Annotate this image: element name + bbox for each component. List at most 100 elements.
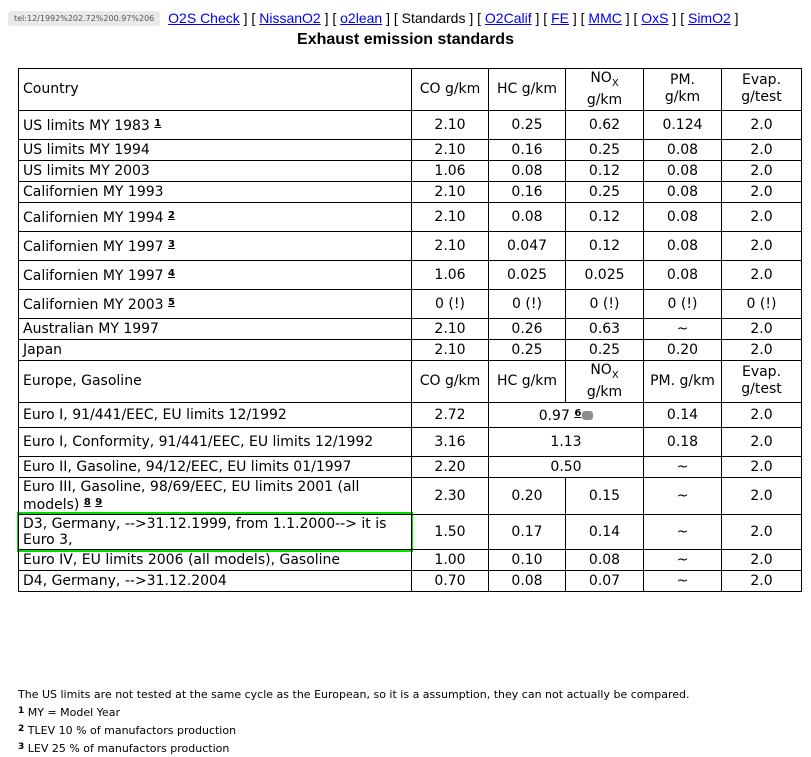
- footnote-link[interactable]: 8: [84, 497, 91, 508]
- emission-standards-table: Country CO g/km HC g/km NOX g/km PM. g/km …: [17, 68, 802, 592]
- cell-nox: 0.25: [565, 138, 644, 161]
- footnote-link[interactable]: 2: [168, 210, 175, 221]
- nav-link-o2s-check[interactable]: O2S Check: [168, 10, 240, 26]
- cell-evap: 2.0: [721, 180, 802, 203]
- cell-evap: 0 (!): [721, 288, 802, 319]
- row-label-highlighted: D3, Germany, -->31.12.1999, from 1.1.200…: [17, 511, 413, 552]
- cell-pm: 0.20: [643, 338, 722, 361]
- cell-pm: ~: [643, 513, 722, 550]
- table-row: Californien MY 2003 50 (!) 0 (!) 0 (!) 0 (!…: [18, 288, 802, 319]
- footnote-link[interactable]: 6: [574, 408, 581, 419]
- table-row: Euro III, Gasoline, 98/69/EEC, EU limits…: [18, 476, 802, 515]
- cell-evap: 2.0: [721, 455, 802, 478]
- table-row: Australian MY 1997 2.10 0.26 0.63 ~2.0: [18, 317, 802, 340]
- nav-link-o2calif[interactable]: O2Calif: [485, 10, 532, 26]
- row-label: Japan: [18, 338, 412, 361]
- nav-link-mmc[interactable]: MMC: [588, 10, 621, 26]
- cell-pm: 0 (!): [643, 288, 722, 319]
- cell-nox: 0.62: [565, 109, 644, 140]
- table-row: Euro IV, EU limits 2006 (all models), Ga…: [18, 548, 802, 571]
- cell-co: 2.10: [411, 201, 489, 232]
- row-label: Californien MY 2003 5: [18, 288, 412, 319]
- cell-pm: 0.08: [643, 138, 722, 161]
- tel-link-badge[interactable]: tel:12/1992%202.72%200.97%206: [8, 11, 161, 26]
- row-label: Californien MY 1994 2: [18, 201, 412, 232]
- table-row: Euro I, 91/441/EEC, EU limits 12/1992 2.…: [18, 401, 802, 428]
- row-label: Californien MY 1993: [18, 180, 412, 203]
- cell-co: 3.16: [411, 426, 489, 457]
- row-label: US limits MY 1983 1: [18, 109, 412, 140]
- cell-evap: 2.0: [721, 201, 802, 232]
- cell-evap: 2.0: [721, 317, 802, 340]
- header-nox: NOX g/km: [565, 359, 644, 403]
- cell-pm: 0.14: [643, 401, 722, 428]
- cell-hc: 0.047: [488, 230, 566, 261]
- footnote-link[interactable]: 5: [168, 297, 175, 308]
- table-row: D3, Germany, -->31.12.1999, from 1.1.200…: [17, 511, 802, 552]
- row-label: Euro I, 91/441/EEC, EU limits 12/1992: [18, 401, 412, 428]
- cell-evap: 2.0: [721, 159, 802, 182]
- cell-nox: 0.07: [565, 569, 644, 592]
- row-label: Euro II, Gasoline, 94/12/EEC, EU limits …: [18, 455, 412, 478]
- cell-hc: 0.08: [488, 569, 566, 592]
- nav-link-fe[interactable]: FE: [551, 10, 569, 26]
- cell-pm: 0.08: [643, 230, 722, 261]
- table-row: Japan 2.10 0.25 0.25 0.20 2.0: [18, 338, 802, 361]
- header-nox: NOX g/km: [565, 68, 644, 111]
- cell-hc-nox: 0.97 6: [488, 401, 644, 428]
- row-label: Australian MY 1997: [18, 317, 412, 340]
- header-co: CO g/km: [411, 68, 489, 111]
- cell-co: 1.50: [411, 513, 489, 550]
- cell-pm: 0.08: [643, 159, 722, 182]
- cell-co: 2.10: [411, 109, 489, 140]
- cell-nox: 0.12: [565, 201, 644, 232]
- header-country: Country: [18, 68, 412, 111]
- footnote-link[interactable]: 3: [168, 239, 175, 250]
- cell-co: 2.20: [411, 455, 489, 478]
- header-europe: Europe, Gasoline: [18, 359, 412, 403]
- nav-current-standards: Standards: [401, 10, 466, 26]
- cell-evap: 2.0: [721, 513, 802, 550]
- header-pm: PM. g/km: [643, 359, 722, 403]
- row-label: US limits MY 2003: [18, 159, 412, 182]
- cell-nox: 0.025: [565, 259, 644, 290]
- row-label: Californien MY 1997 4: [18, 259, 412, 290]
- cell-co: 2.10: [411, 230, 489, 261]
- cell-hc: 0.17: [488, 513, 566, 550]
- nav-link-oxs[interactable]: OxS: [641, 10, 668, 26]
- cell-hc: 0.25: [488, 338, 566, 361]
- cell-co: 2.10: [411, 180, 489, 203]
- cell-co: 2.10: [411, 338, 489, 361]
- table-row: US limits MY 1994 2.10 0.16 0.25 0.08 2.0: [18, 138, 802, 161]
- cell-co: 1.00: [411, 548, 489, 571]
- comment-icon[interactable]: [582, 410, 594, 420]
- nav-link-o2lean[interactable]: o2lean: [340, 10, 382, 26]
- cell-pm: 0.08: [643, 180, 722, 203]
- nav-link-nissano2[interactable]: NissanO2: [259, 10, 320, 26]
- cell-hc: 0.08: [488, 201, 566, 232]
- cell-nox: 0.25: [565, 338, 644, 361]
- cell-evap: 2.0: [721, 476, 802, 515]
- cell-pm: 0.124: [643, 109, 722, 140]
- row-label: US limits MY 1994: [18, 138, 412, 161]
- header-evap: Evap. g/test: [721, 359, 802, 403]
- footnote-link[interactable]: 1: [154, 118, 161, 129]
- table-header-eu: Europe, Gasoline CO g/km HC g/km NOX g/km…: [18, 359, 802, 403]
- page-title: Exhaust emission standards: [297, 31, 514, 48]
- cell-co: 2.30: [411, 476, 489, 515]
- cell-nox: 0.63: [565, 317, 644, 340]
- table-row: D4, Germany, -->31.12.2004 0.70 0.08 0.0…: [18, 569, 802, 592]
- footnote-link[interactable]: 9: [95, 497, 102, 508]
- nav-link-simo2[interactable]: SimO2: [688, 10, 731, 26]
- header-co: CO g/km: [411, 359, 489, 403]
- cell-evap: 2.0: [721, 401, 802, 428]
- cell-hc: 0.25: [488, 109, 566, 140]
- cell-nox: 0.14: [565, 513, 644, 550]
- cell-pm: ~: [643, 569, 722, 592]
- cell-co: 1.06: [411, 159, 489, 182]
- cell-evap: 2.0: [721, 109, 802, 140]
- table-row: Californien MY 1994 2 2.10 0.08 0.12 0.08 2.0: [18, 201, 802, 232]
- footnote-link[interactable]: 4: [168, 268, 175, 279]
- footnote-item: 2 TLEV 10 % of manufactors production: [18, 724, 237, 737]
- table-header-us: Country CO g/km HC g/km NOX g/km PM. g/km …: [18, 68, 802, 111]
